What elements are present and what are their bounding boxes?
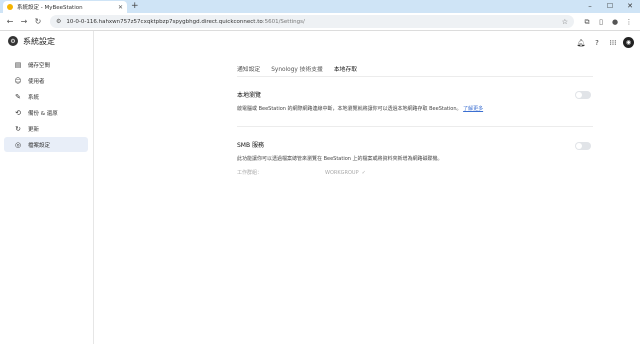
workgroup-row: 工作群組： WORKGROUP ✓ [237,169,593,177]
system-icon: ✎ [15,92,21,101]
tab-title: 系統設定 - MyBeeStation [17,5,83,11]
smb-description: 此功能讓你可以透過檔案總管來瀏覽在 BeeStation 上的檔案或將資料夾新增… [237,156,443,162]
sidebar-item-label: 系統 [28,94,40,101]
sidebar-item-system[interactable]: ✎ 系統 [4,89,88,104]
sidebar-item-label: 更新 [28,126,40,133]
notification-bell-icon[interactable]: 🔔︎ [574,38,588,48]
address-bar[interactable]: ⚙ 10-0-0-116.hahxwn757z57cxqktpbzp7spygb… [50,15,574,28]
workgroup-value: WORKGROUP [325,169,359,176]
sidebar-nav: ▤ 儲存空間 ☺ 使用者 ✎ 系統 ⟲ 備份 & 還原 ↻ 更新 ◎ 檔案設定 [0,57,93,152]
site-info-icon[interactable]: ⚙ [56,18,61,25]
apps-grid-icon[interactable]: ⁞⁞⁞ [606,38,620,48]
browser-tabstrip: 系統設定 - MyBeeStation ✕ + – ☐ ✕ [0,0,640,13]
local-access-toggle[interactable] [575,91,591,99]
help-icon[interactable]: ? [590,38,604,48]
bookmark-star-icon[interactable]: ☆ [562,18,568,26]
sidebar-icon[interactable]: ▯ [594,16,608,28]
section-divider [237,126,593,127]
file-settings-icon: ◎ [14,140,22,149]
back-icon[interactable]: ← [4,16,16,28]
avatar[interactable]: ◉ [623,37,634,48]
smb-section: SMB 服務 此功能讓你可以透過檔案總管來瀏覽在 BeeStation 上的檔案… [237,140,593,176]
header-actions: 🔔︎ ? ⁞⁞⁞ ◉ [572,37,634,48]
sidebar-item-label: 使用者 [28,78,45,85]
maximize-icon[interactable]: ☐ [600,0,620,13]
app-header: ⚙ 系統設定 [0,31,93,51]
tab-close-icon[interactable]: ✕ [118,4,123,11]
edit-pencil-icon[interactable]: ✓ [362,170,366,176]
storage-icon: ▤ [14,60,22,69]
smb-title: SMB 服務 [237,142,265,149]
menu-icon[interactable]: ⋮ [622,16,636,28]
beestation-favicon-icon [7,4,13,10]
new-tab-button[interactable]: + [131,1,139,12]
close-window-icon[interactable]: ✕ [620,0,640,13]
minimize-icon[interactable]: – [580,0,600,13]
url-text: 10-0-0-116.hahxwn757z57cxqktpbzp7spygbhg… [66,18,305,25]
sidebar-item-storage[interactable]: ▤ 儲存空間 [4,57,88,72]
sidebar-item-file-settings[interactable]: ◎ 檔案設定 [4,137,88,152]
main-content: 🔔︎ ? ⁞⁞⁞ ◉ 通知設定 Synology 技術支援 本地存取 本地瀏覽 … [95,31,640,344]
reload-icon[interactable]: ↻ [32,16,44,28]
sidebar-item-backup[interactable]: ⟲ 備份 & 還原 [4,105,88,120]
tabs-divider [237,76,593,77]
sidebar: ⚙ 系統設定 ▤ 儲存空間 ☺ 使用者 ✎ 系統 ⟲ 備份 & 還原 ↻ 更新 [0,31,94,344]
sidebar-item-label: 檔案設定 [28,142,51,149]
user-icon: ☺ [14,76,22,85]
extension-icon[interactable]: ⧉ [580,16,594,28]
window-controls: – ☐ ✕ [580,0,640,13]
workgroup-label: 工作群組： [237,170,263,176]
app-window: ⚙ 系統設定 ▤ 儲存空間 ☺ 使用者 ✎ 系統 ⟲ 備份 & 還原 ↻ 更新 [0,31,640,344]
sidebar-item-label: 儲存空間 [28,62,51,69]
smb-toggle[interactable] [575,142,591,150]
sidebar-item-update[interactable]: ↻ 更新 [4,121,88,136]
workgroup-field[interactable]: WORKGROUP ✓ [325,170,366,176]
browser-tab[interactable]: 系統設定 - MyBeeStation ✕ [3,1,127,13]
local-access-title: 本地瀏覽 [237,92,262,99]
sidebar-item-users[interactable]: ☺ 使用者 [4,73,88,88]
update-icon: ↻ [15,124,21,133]
learn-more-link[interactable]: 了解更多 [463,106,483,112]
forward-icon[interactable]: → [18,16,30,28]
backup-icon: ⟲ [15,108,21,117]
local-access-section: 本地瀏覽 啟電腦或 BeeStation 的網際網路連線中斷，本地瀏覽就將讓你可… [237,90,593,112]
sidebar-item-label: 備份 & 還原 [28,110,58,117]
browser-toolbar: ← → ↻ ⚙ 10-0-0-116.hahxwn757z57cxqktpbzp… [0,13,640,31]
settings-logo-icon: ⚙ [8,36,18,46]
app-title: 系統設定 [23,36,55,46]
local-access-description: 啟電腦或 BeeStation 的網際網路連線中斷，本地瀏覽就將讓你可以透過本地… [237,106,484,112]
profile-icon[interactable]: ● [608,16,622,28]
